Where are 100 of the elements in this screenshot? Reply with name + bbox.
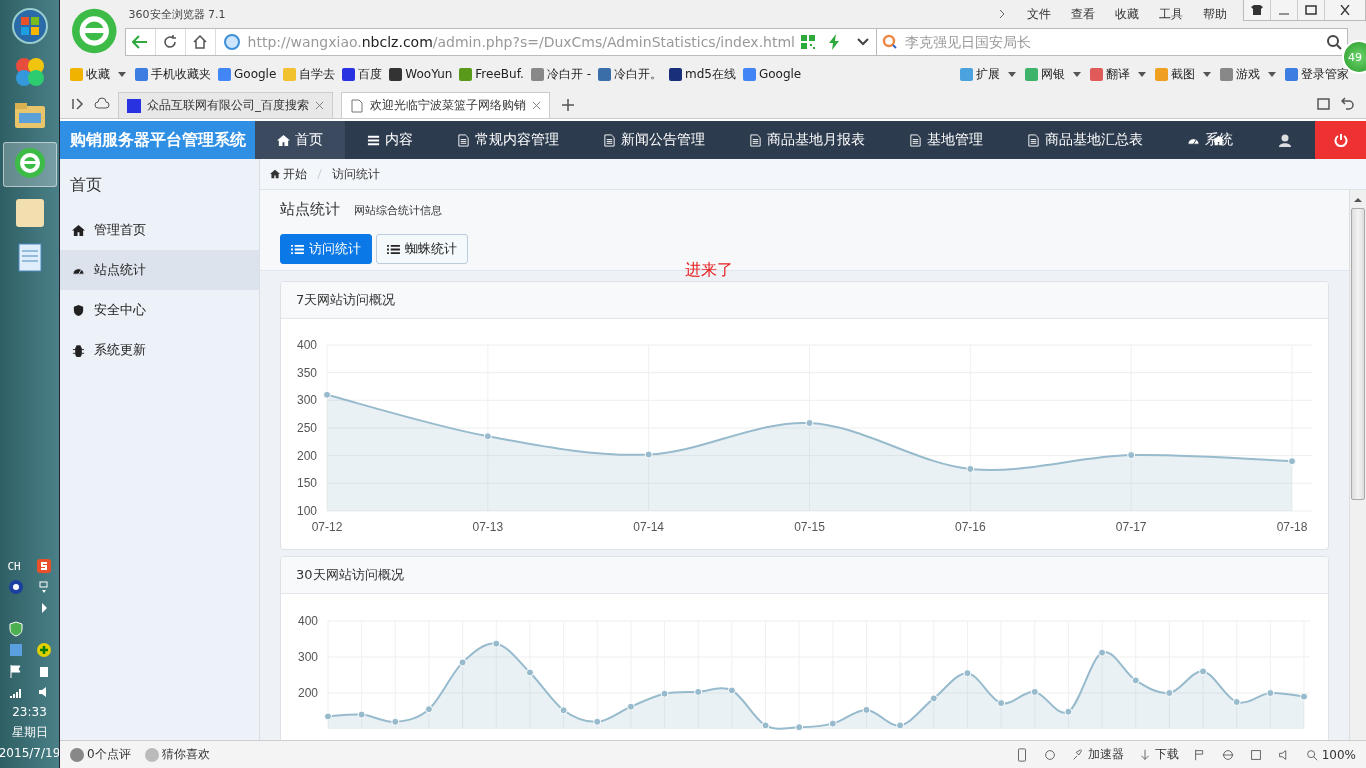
nav-item[interactable]: 首页 [255, 121, 345, 159]
search-engine-icon[interactable] [882, 34, 898, 50]
url-text[interactable]: http://wangxiao.nbclz.com/admin.php?s=/DuxCms/AdminStatistics/index.html [247, 34, 795, 50]
plus-icon[interactable] [35, 642, 52, 658]
nav-item[interactable]: 常规内容管理 [435, 121, 581, 159]
close-icon[interactable] [315, 101, 324, 110]
close-button[interactable] [1325, 0, 1365, 20]
sidebar-icon [72, 303, 85, 317]
window-icon[interactable] [1248, 747, 1263, 762]
clock-time[interactable]: 23:33 [12, 705, 47, 719]
power-icon [1333, 133, 1348, 147]
status-tool[interactable]: 加速器 [1070, 746, 1124, 763]
caret-icon[interactable] [1137, 69, 1147, 79]
sidebar-item[interactable]: 安全中心 [60, 290, 259, 330]
search-field[interactable]: 李克强见日国安局长 [877, 28, 1348, 56]
x-tick-label: 07-14 [633, 520, 664, 534]
toolbar-item[interactable]: 扩展 [960, 65, 1000, 83]
power-button[interactable] [1315, 121, 1366, 159]
bookmark-item[interactable]: Google [742, 67, 802, 81]
bookmark-item[interactable]: 自学去 [283, 65, 336, 83]
sidebar-toggle-icon[interactable] [70, 96, 86, 112]
back-arrow-icon [132, 35, 149, 49]
status-item[interactable]: 0个点评 [70, 746, 131, 763]
browser-logo [70, 6, 119, 56]
bookmark-item[interactable]: 手机收藏夹 [135, 65, 211, 83]
tool-icon [1025, 67, 1038, 81]
menu-item[interactable]: 工具 [1159, 5, 1183, 23]
nav-item[interactable]: 商品基地汇总表 [1005, 121, 1165, 159]
status-tool[interactable]: 下载 [1137, 746, 1179, 763]
start-button[interactable] [9, 6, 50, 46]
address-bar[interactable]: http://wangxiao.nbclz.com/admin.php?s=/DuxCms/AdminStatistics/index.html [124, 28, 877, 56]
menu-item[interactable]: 文件 [1027, 5, 1051, 23]
point [694, 687, 703, 696]
point [424, 705, 433, 714]
sidebar-item[interactable]: 系统更新 [60, 330, 259, 370]
clock-weekday[interactable]: 星期日 [11, 724, 48, 741]
menu-item[interactable]: 帮助 [1203, 5, 1227, 23]
bookmark-item[interactable]: 冷白开。 [597, 65, 662, 83]
point [1098, 648, 1107, 657]
point [593, 717, 602, 726]
caret-icon[interactable] [1072, 69, 1082, 79]
toolbar-item[interactable]: 游戏 [1220, 65, 1260, 83]
close-icon[interactable] [532, 101, 541, 110]
nav-item[interactable]: 基地管理 [887, 121, 1005, 159]
menu-item[interactable]: 收藏 [1115, 5, 1139, 23]
point [492, 639, 501, 648]
nav-item[interactable]: 内容 [345, 121, 435, 159]
bookmark-item[interactable]: 百度 [342, 65, 383, 83]
sidebar-item[interactable]: 站点统计 [60, 250, 259, 290]
browser-tab[interactable]: 欢迎光临宁波菜篮子网络购销 [341, 92, 550, 118]
point [761, 721, 770, 730]
tool-icon [1285, 67, 1298, 81]
toolbar-item[interactable]: 网银 [1025, 65, 1065, 83]
scrollbar[interactable] [1349, 190, 1366, 740]
cloud-icon[interactable] [94, 96, 110, 112]
favicon-icon [127, 98, 141, 113]
zoom-level[interactable]: 100% [1304, 747, 1356, 762]
breadcrumb-link[interactable]: 开始 [270, 165, 307, 183]
search-icon[interactable] [1326, 34, 1342, 50]
nav-item[interactable]: 商品基地月报表 [727, 121, 887, 159]
stats-tab-button[interactable]: 访问统计 [280, 234, 372, 264]
y-tick-label: 100 [296, 504, 317, 518]
help-icon[interactable] [7, 579, 24, 595]
flag-icon[interactable] [7, 663, 24, 679]
bookmark-item[interactable]: Google [218, 67, 277, 81]
point [1127, 451, 1136, 460]
language-indicator[interactable]: CH [7, 559, 21, 573]
scroll-up-icon[interactable] [1353, 196, 1363, 204]
stats-tab-button[interactable]: 蜘蛛统计 [376, 234, 468, 264]
menu-item[interactable]: 查看 [1071, 5, 1095, 23]
toolbar-item[interactable]: 截图 [1155, 65, 1195, 83]
browser-tab[interactable]: 众品互联网有限公司_百度搜索 [118, 92, 333, 118]
bookmark-item[interactable]: md5在线 [668, 65, 736, 83]
caret-icon[interactable] [1267, 69, 1277, 79]
maximize-button[interactable] [1298, 0, 1325, 20]
bookmark-item[interactable]: FreeBuf. [459, 67, 524, 81]
toolbar-item[interactable]: 翻译 [1090, 65, 1130, 83]
lightning-icon[interactable] [826, 34, 842, 50]
caret-icon[interactable] [117, 69, 127, 79]
caret-icon[interactable] [1007, 69, 1017, 79]
qr-code-icon[interactable] [800, 34, 816, 50]
nav-item[interactable]: 新闻公告管理 [581, 121, 727, 159]
y-tick-label: 200 [296, 448, 317, 463]
breadcrumb-link[interactable]: 访问统计 [332, 165, 380, 183]
input-method-icon[interactable] [35, 558, 52, 574]
chevron-icon[interactable] [997, 8, 1007, 20]
point [1199, 667, 1208, 676]
status-item[interactable]: 猜你喜欢 [144, 746, 210, 763]
bookmark-item[interactable]: 收藏 [70, 65, 110, 83]
tabs-icon[interactable] [1316, 96, 1332, 112]
bookmark-item[interactable]: 冷白开 - [530, 65, 591, 83]
caret-icon[interactable] [1202, 69, 1212, 79]
undo-icon[interactable] [1340, 96, 1356, 112]
shield-icon[interactable] [7, 621, 24, 637]
bookmark-item[interactable]: WooYun [389, 67, 453, 81]
sidebar-item[interactable]: 管理首页 [60, 210, 259, 250]
search-input[interactable]: 李克强见日国安局长 [903, 33, 1321, 51]
clock-date[interactable]: 2015/7/19 [0, 746, 59, 760]
skin-button[interactable] [1244, 0, 1271, 20]
x-tick-label: 07-12 [311, 520, 343, 534]
